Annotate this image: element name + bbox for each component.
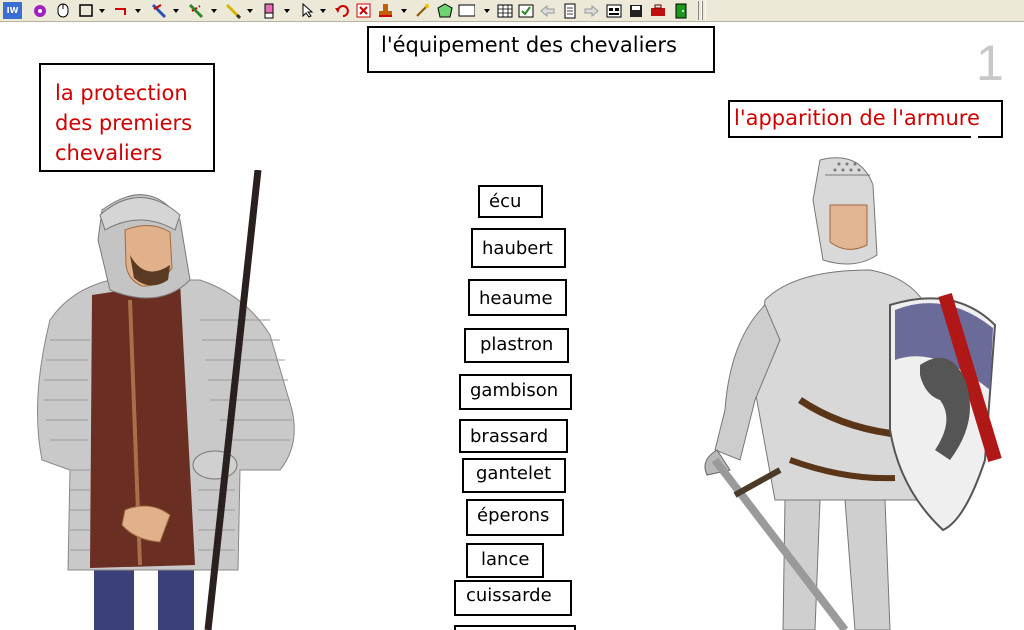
word-label[interactable]: haubert [471,228,566,268]
eraser-icon[interactable] [260,2,277,19]
armoured-knight-image[interactable] [695,130,1024,630]
back-icon[interactable] [539,2,556,19]
word-label[interactable]: lance [466,543,544,578]
chevron-down-icon[interactable] [247,9,253,13]
pointer-icon[interactable] [31,2,48,19]
forward-icon[interactable] [583,2,600,19]
word-label[interactable]: brassard [459,419,568,453]
chevron-down-icon[interactable] [484,9,490,13]
layout-icon[interactable] [605,2,622,19]
undo-icon[interactable] [334,2,351,19]
word-label[interactable]: écu [478,185,543,218]
chevron-down-icon[interactable] [135,9,141,13]
pencil-icon[interactable] [224,2,241,19]
chevron-down-icon[interactable] [320,9,326,13]
rectangle-icon[interactable] [77,2,94,19]
text-box-icon[interactable] [458,2,475,19]
chevron-down-icon[interactable] [99,9,105,13]
early-knights-heading[interactable]: la protection des premiers chevaliers [39,63,215,172]
toolbar: IW [0,0,1024,22]
page-number: 1 [976,35,1004,91]
word-label[interactable]: heaume [468,279,567,316]
pen-icon[interactable] [150,2,167,19]
image-icon[interactable] [517,2,534,19]
toolbox-icon[interactable] [649,2,666,19]
page-title[interactable]: l'équipement des chevaliers [367,26,715,73]
select-arrow-icon[interactable] [298,2,315,19]
word-label[interactable] [454,625,576,630]
chevron-down-icon[interactable] [284,9,290,13]
word-label[interactable]: éperons [466,499,564,536]
page-icon[interactable] [561,2,578,19]
connector-icon[interactable] [112,2,129,19]
toolbar-grip[interactable] [702,1,706,20]
chevron-down-icon[interactable] [211,9,217,13]
word-label[interactable]: plastron [464,328,569,363]
early-knight-image[interactable] [30,170,310,630]
chevron-down-icon[interactable] [401,9,407,13]
exit-icon[interactable] [672,2,689,19]
delete-icon[interactable] [355,2,372,19]
word-label[interactable]: cuissarde [454,580,572,616]
table-icon[interactable] [496,2,513,19]
magic-wand-icon[interactable] [414,2,431,19]
shape-icon[interactable] [436,2,453,19]
chevron-down-icon[interactable] [173,9,179,13]
word-label[interactable]: gantelet [462,458,566,493]
app-logo-icon[interactable]: IW [3,2,22,19]
save-icon[interactable] [627,2,644,19]
highlighter-icon[interactable] [187,2,204,19]
word-label[interactable]: gambison [459,374,572,410]
mouse-icon[interactable] [54,2,71,19]
stamp-icon[interactable] [377,2,394,19]
